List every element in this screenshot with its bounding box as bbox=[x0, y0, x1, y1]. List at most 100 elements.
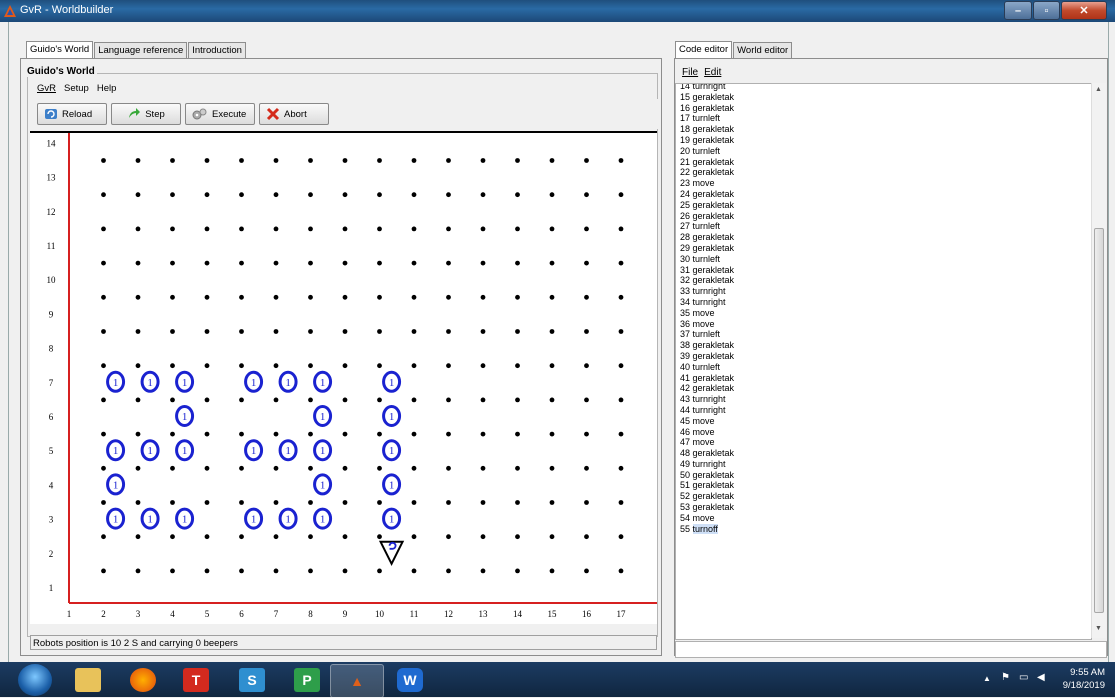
code-line[interactable]: 23 move bbox=[680, 178, 734, 189]
execute-button[interactable]: Execute bbox=[185, 103, 255, 125]
code-line[interactable]: 14 turnright bbox=[680, 84, 734, 92]
firefox-icon[interactable] bbox=[117, 664, 169, 696]
grid-dot bbox=[239, 465, 244, 471]
code-line[interactable]: 26 gerakletak bbox=[680, 211, 734, 222]
clock-date[interactable]: 9/18/2019 bbox=[1063, 680, 1105, 691]
code-line[interactable]: 33 turnright bbox=[680, 286, 734, 297]
code-line[interactable]: 51 gerakletak bbox=[680, 480, 734, 491]
line-number: 25 bbox=[680, 199, 691, 210]
grid-dot bbox=[584, 260, 589, 266]
code-line[interactable]: 52 gerakletak bbox=[680, 491, 734, 502]
menu-help[interactable]: Help bbox=[97, 83, 117, 94]
minimize-button[interactable]: – bbox=[1004, 1, 1032, 20]
code-line[interactable]: 24 gerakletak bbox=[680, 189, 734, 200]
code-line[interactable]: 25 gerakletak bbox=[680, 200, 734, 211]
code-line[interactable]: 55 turnoff bbox=[680, 523, 734, 535]
x-tick-label: 7 bbox=[274, 609, 279, 619]
code-line[interactable]: 16 gerakletak bbox=[680, 103, 734, 114]
action-center-flag-icon[interactable]: ⚑ bbox=[1001, 672, 1010, 683]
reload-button[interactable]: Reload bbox=[37, 103, 107, 125]
close-button[interactable]: ✕ bbox=[1061, 1, 1107, 20]
network-icon[interactable]: ▭ bbox=[1019, 672, 1028, 683]
code-line[interactable]: 49 turnright bbox=[680, 459, 734, 470]
grid-dot bbox=[101, 294, 106, 300]
world-menu-bar: GvR Setup Help bbox=[37, 83, 116, 94]
robot-guido[interactable] bbox=[378, 540, 405, 567]
code-line[interactable]: 21 gerakletak bbox=[680, 157, 734, 168]
grid-dot bbox=[411, 158, 417, 163]
scrollbar-thumb[interactable] bbox=[1094, 228, 1104, 613]
code-line[interactable]: 37 turnleft bbox=[680, 329, 734, 340]
line-text: gerakletak bbox=[692, 210, 735, 221]
line-text: turnright bbox=[692, 394, 726, 405]
line-number: 19 bbox=[680, 134, 691, 145]
code-line[interactable]: 47 move bbox=[680, 437, 734, 448]
code-line[interactable]: 40 turnleft bbox=[680, 362, 734, 373]
menu-gvr[interactable]: GvR bbox=[37, 83, 56, 94]
code-line[interactable]: 22 gerakletak bbox=[680, 167, 734, 178]
code-line[interactable]: 27 turnleft bbox=[680, 221, 734, 232]
line-text: gerakletak bbox=[692, 469, 735, 480]
code-line[interactable]: 34 turnright bbox=[680, 297, 734, 308]
editor-command-field[interactable] bbox=[675, 641, 1107, 658]
code-line[interactable]: 20 turnleft bbox=[680, 146, 734, 157]
grid-dot bbox=[204, 397, 210, 403]
code-line[interactable]: 48 gerakletak bbox=[680, 448, 734, 459]
maximize-button[interactable]: ▫ bbox=[1033, 1, 1060, 20]
code-line[interactable]: 38 gerakletak bbox=[680, 340, 734, 351]
code-line[interactable]: 39 gerakletak bbox=[680, 351, 734, 362]
code-line[interactable]: 45 move bbox=[680, 416, 734, 427]
code-line[interactable]: 30 turnleft bbox=[680, 254, 734, 265]
menu-edit[interactable]: Edit bbox=[704, 67, 721, 78]
code-line[interactable]: 28 gerakletak bbox=[680, 232, 734, 243]
abort-button[interactable]: Abort bbox=[259, 103, 329, 125]
code-line[interactable]: 19 gerakletak bbox=[680, 135, 734, 146]
code-line[interactable]: 18 gerakletak bbox=[680, 124, 734, 135]
world-horizontal-scrollbar[interactable] bbox=[30, 625, 657, 631]
wps-writer-icon[interactable]: W bbox=[384, 664, 436, 696]
start-button[interactable] bbox=[18, 664, 52, 696]
step-button[interactable]: Step bbox=[111, 103, 181, 125]
grid-dot bbox=[204, 431, 210, 437]
code-line[interactable]: 54 move bbox=[680, 513, 734, 524]
tab-guidos-world[interactable]: Guido's World bbox=[26, 41, 94, 59]
grid-dot bbox=[584, 294, 589, 300]
tab-introduction[interactable]: Introduction bbox=[188, 42, 246, 59]
line-number: 28 bbox=[680, 232, 691, 243]
code-line[interactable]: 53 gerakletak bbox=[680, 502, 734, 513]
code-line[interactable]: 41 gerakletak bbox=[680, 373, 734, 384]
wps-presentation-icon[interactable]: P bbox=[281, 664, 333, 696]
code-editor-text-area[interactable]: 14 turnright 15 gerakletak 16 gerakletak 17… bbox=[675, 83, 1092, 640]
scroll-up-arrow-icon[interactable]: ▲ bbox=[1095, 86, 1102, 93]
code-line[interactable]: 32 gerakletak bbox=[680, 275, 734, 286]
code-line[interactable]: 36 move bbox=[680, 319, 734, 330]
tab-code-editor[interactable]: Code editor bbox=[675, 41, 733, 59]
code-line[interactable]: 35 move bbox=[680, 308, 734, 319]
gvr-app-icon[interactable] bbox=[3, 4, 17, 18]
code-line[interactable]: 46 move bbox=[680, 427, 734, 438]
code-line[interactable]: 17 turnleft bbox=[680, 113, 734, 124]
code-line[interactable]: 31 gerakletak bbox=[680, 265, 734, 276]
code-line[interactable]: 42 gerakletak bbox=[680, 383, 734, 394]
code-line[interactable]: 15 gerakletak bbox=[680, 92, 734, 103]
world-canvas[interactable]: 1 2 3 4 5 6 7 8 9 10 11 12 13 14 15 16 17 1 2 3 4 5 6 7 8 9 10 11 12… bbox=[30, 131, 657, 624]
x-tick-label: 8 bbox=[308, 609, 313, 619]
clock-time[interactable]: 9:55 AM bbox=[1070, 667, 1105, 678]
code-line[interactable]: 44 turnright bbox=[680, 405, 734, 416]
editor-vertical-scrollbar[interactable]: ▲ ▼ bbox=[1091, 83, 1106, 638]
code-line[interactable]: 29 gerakletak bbox=[680, 243, 734, 254]
line-number: 22 bbox=[680, 167, 691, 178]
tab-language-reference[interactable]: Language reference bbox=[94, 42, 188, 59]
tab-world-editor[interactable]: World editor bbox=[733, 42, 793, 59]
menu-setup[interactable]: Setup bbox=[64, 83, 89, 94]
gvr-taskbar-icon[interactable]: ▲ bbox=[330, 664, 384, 698]
foxit-reader-icon[interactable]: T bbox=[170, 664, 222, 696]
wps-spreadsheets-icon[interactable]: S bbox=[226, 664, 278, 696]
code-line[interactable]: 43 turnright bbox=[680, 394, 734, 405]
scroll-down-arrow-icon[interactable]: ▼ bbox=[1095, 625, 1102, 632]
volume-muted-icon[interactable]: ◀ bbox=[1037, 672, 1045, 683]
tray-expand-icon[interactable]: ▲ bbox=[983, 674, 991, 683]
menu-file[interactable]: File bbox=[682, 67, 698, 78]
file-explorer-icon[interactable] bbox=[62, 664, 114, 696]
code-line[interactable]: 50 gerakletak bbox=[680, 470, 734, 481]
